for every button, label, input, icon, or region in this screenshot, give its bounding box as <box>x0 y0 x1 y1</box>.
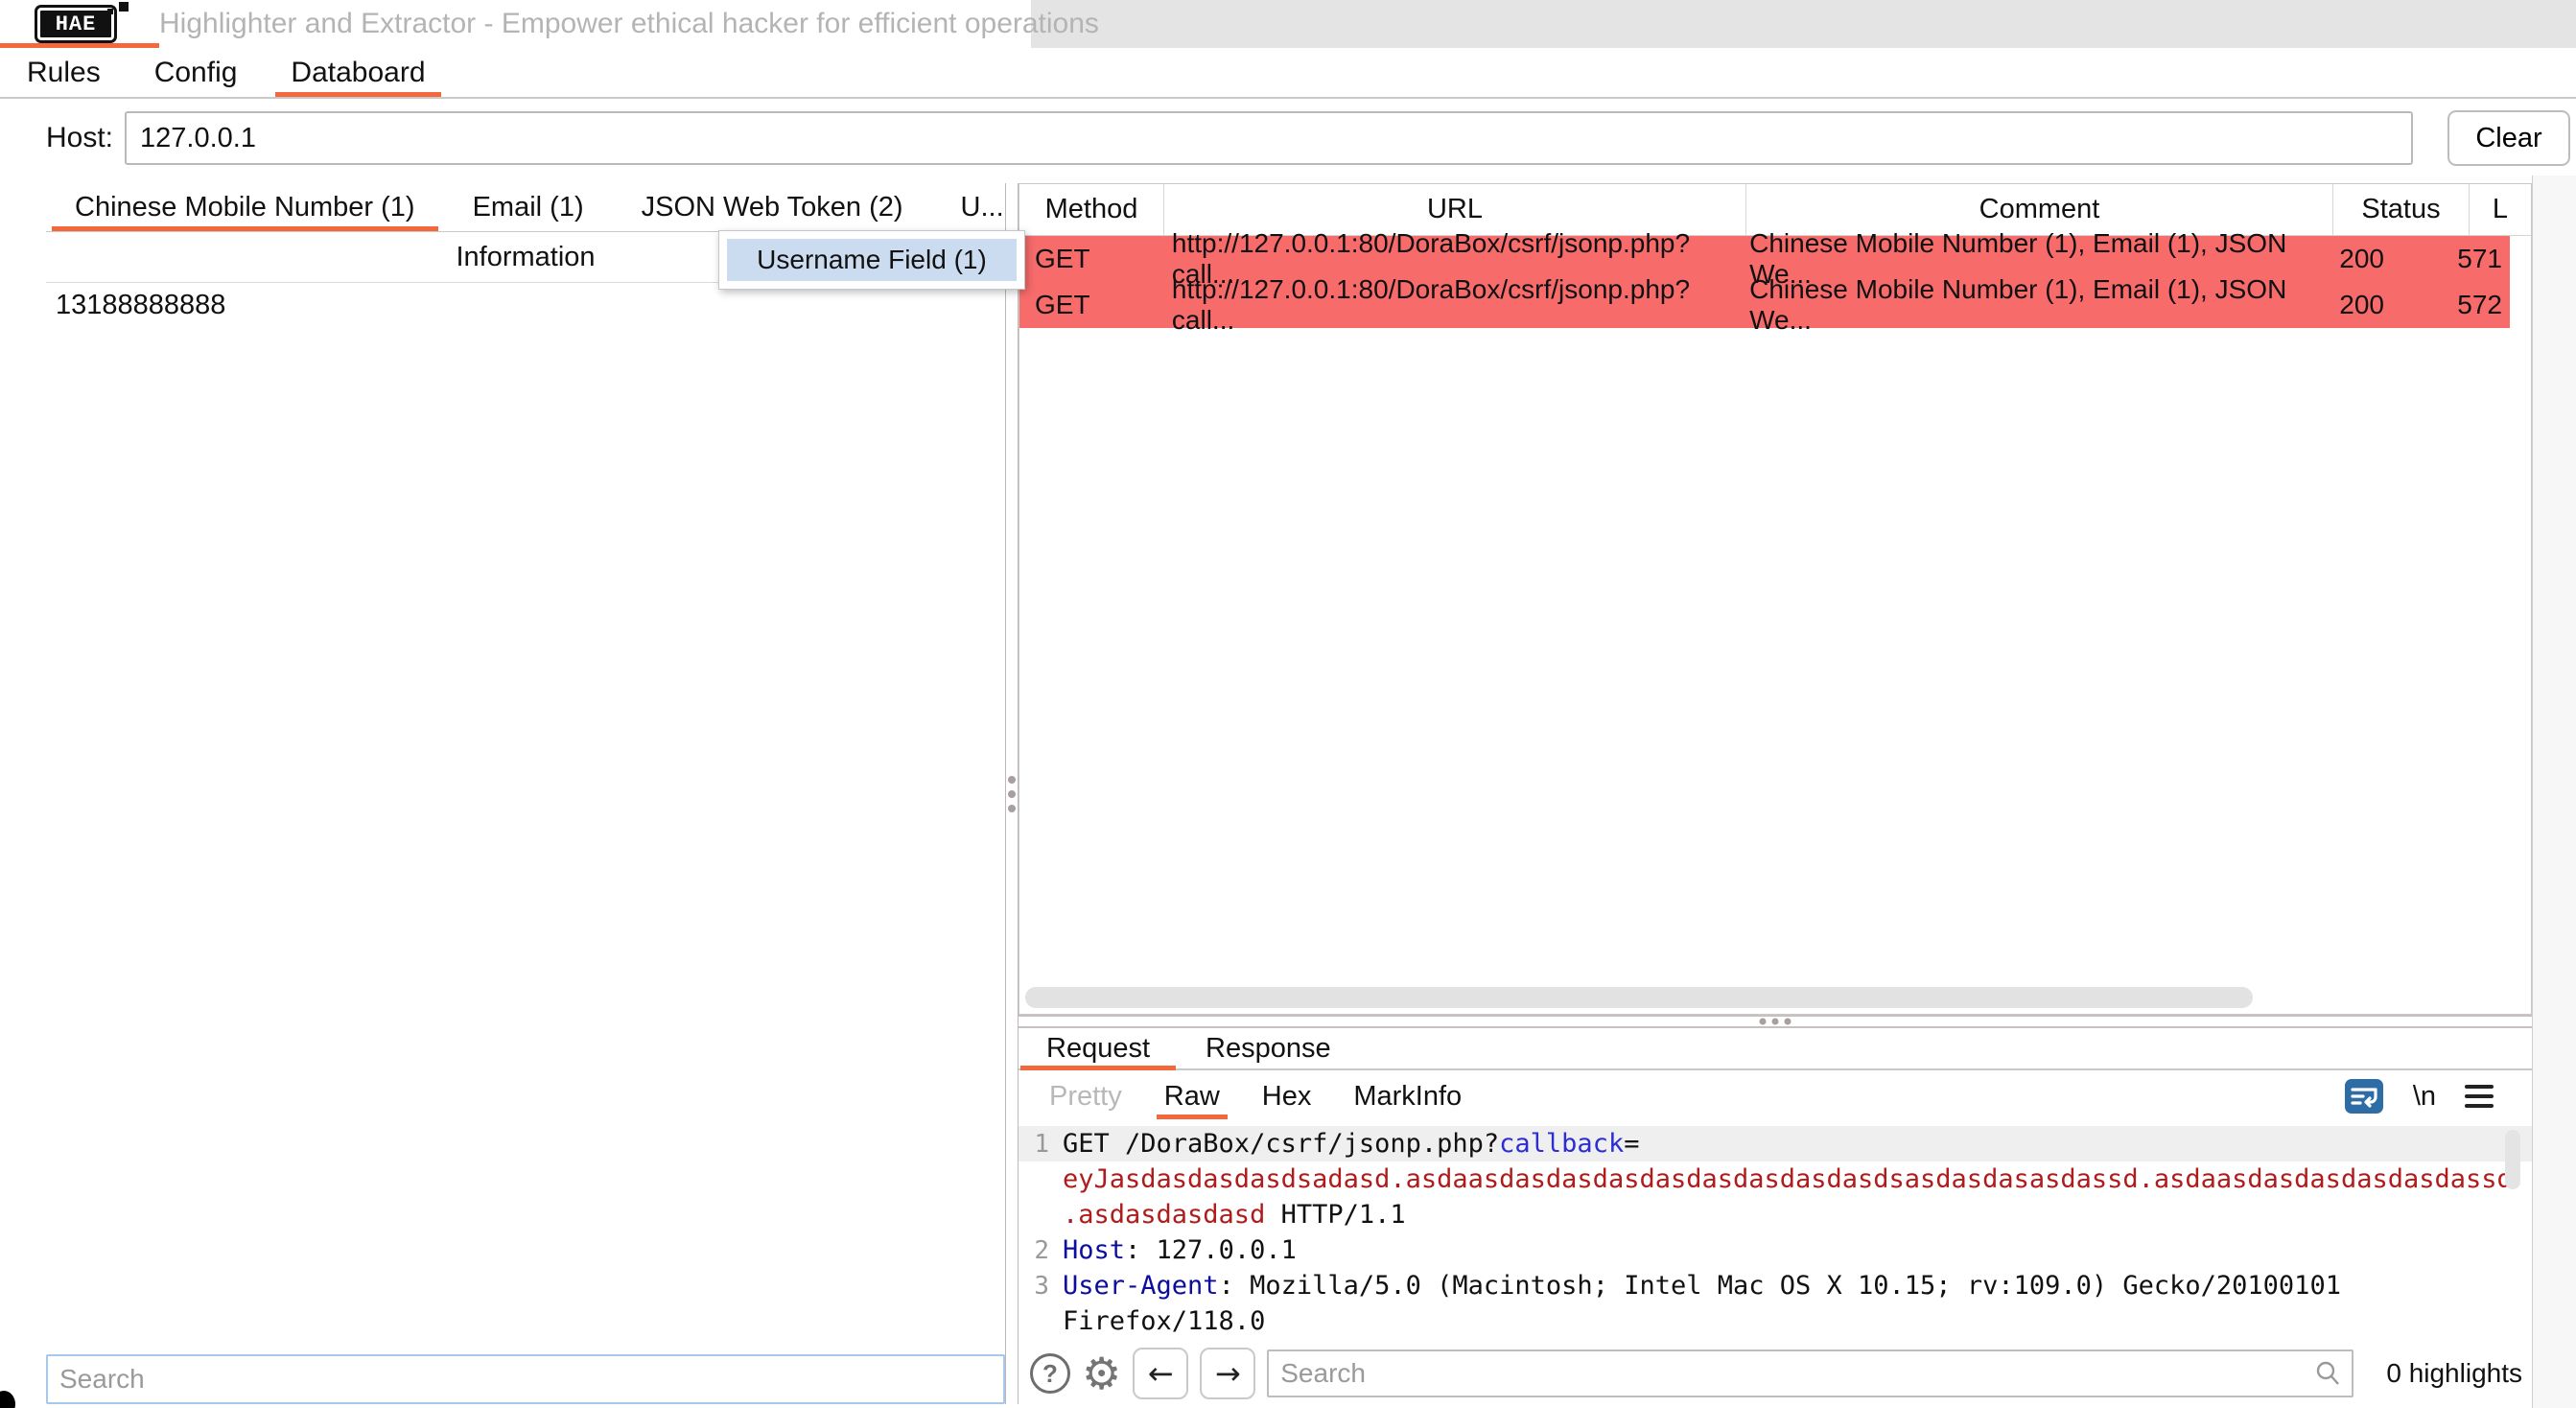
code-text: eyJasdasdasdasdsadasd.asdaasdasdasdasdas… <box>1063 1164 2513 1194</box>
extractor-tab-label: Email (1) <box>473 192 584 223</box>
hae-logo-icon: HAE <box>35 5 117 43</box>
search-icon <box>2313 1359 2342 1388</box>
nav-tab[interactable]: Databoard <box>264 48 452 97</box>
nav-tabs: Rules Config Databoard <box>0 48 2576 99</box>
panel-splitter-vertical[interactable] <box>1005 183 1019 1404</box>
cell-method: GET <box>1019 244 1162 274</box>
splitter-grip-icon <box>1008 776 1016 812</box>
message-viewer: Request Response Pretty Raw Hex MarkInfo <box>1019 1028 2532 1408</box>
extractor-tab[interactable]: Email (1) <box>444 183 613 231</box>
extractor-tab[interactable]: Chinese Mobile Number (1) <box>46 183 444 231</box>
cell-comment: Chinese Mobile Number (1), Email (1), JS… <box>1740 274 2322 336</box>
nav-tab-label: Rules <box>27 57 101 89</box>
editor-row: 2 Host: 127.0.0.1 <box>1019 1232 2532 1268</box>
editor-row: 3 User-Agent: Mozilla/5.0 (Macintosh; In… <box>1019 1268 2532 1303</box>
traffic-table: Method URL Comment Status L GET http://1… <box>1019 183 2532 1015</box>
editor-search-input[interactable] <box>1267 1349 2354 1397</box>
nav-tab[interactable]: Config <box>128 48 265 97</box>
raw-request-editor[interactable]: 1 GET /DoraBox/csrf/jsonp.php?callback= … <box>1019 1122 2532 1345</box>
code-text: User-Agent: Mozilla/5.0 (Macintosh; Inte… <box>1063 1271 2341 1301</box>
editor-row: 1 GET /DoraBox/csrf/jsonp.php?callback= <box>1019 1126 2532 1162</box>
line-number: 1 <box>1019 1130 1063 1159</box>
traffic-row[interactable]: GET http://127.0.0.1:80/DoraBox/csrf/jso… <box>1019 282 2510 328</box>
word-wrap-toggle-icon[interactable] <box>2344 1078 2384 1115</box>
logo-pixel-decoration <box>119 2 129 12</box>
extractor-tab[interactable]: JSON Web Token (2) <box>613 183 932 231</box>
help-icon[interactable]: ? <box>1030 1353 1070 1394</box>
tab-pretty[interactable]: Pretty <box>1028 1070 1143 1122</box>
nav-tab-label: Databoard <box>291 57 425 89</box>
background-window-corner <box>0 1391 15 1408</box>
logo-pixel-decoration <box>107 9 113 14</box>
extracted-data-list: 13188888888 <box>46 283 1005 1354</box>
extension-title: Highlighter and Extractor - Empower ethi… <box>159 0 1099 48</box>
extractor-panel: Chinese Mobile Number (1) Email (1) JSON W… <box>46 183 1005 1404</box>
extractor-tab-strip: Chinese Mobile Number (1) Email (1) JSON W… <box>46 183 1005 231</box>
extension-tab-active[interactable]: HAE Highlighter and Extractor - Empower … <box>0 0 1031 48</box>
editor-mode-bar: Pretty Raw Hex MarkInfo \n <box>1019 1070 2532 1122</box>
tab-hex[interactable]: Hex <box>1241 1070 1333 1122</box>
extractor-search-input[interactable] <box>46 1354 1005 1404</box>
host-input[interactable] <box>125 111 2413 165</box>
cell-url: http://127.0.0.1:80/DoraBox/csrf/jsonp.p… <box>1162 274 1740 336</box>
clear-button[interactable]: Clear <box>2447 110 2570 166</box>
prev-match-button[interactable]: ← <box>1133 1348 1188 1399</box>
extractor-tab-label: U... <box>961 192 1004 223</box>
cell-length: 571 <box>2457 244 2510 274</box>
tab-overflow-menu: Username Field (1) <box>718 230 1025 290</box>
host-bar: Host: Clear <box>0 101 2576 176</box>
tab-request[interactable]: Request <box>1019 1028 1178 1068</box>
highlights-count: 0 highlights <box>2386 1358 2522 1389</box>
extension-banner: HAE Highlighter and Extractor - Empower … <box>0 0 2576 48</box>
code-text: Host: 127.0.0.1 <box>1063 1235 1297 1265</box>
logo-text: HAE <box>56 12 97 36</box>
window-right-gutter <box>2532 176 2576 1408</box>
next-match-button[interactable]: → <box>1200 1348 1255 1399</box>
hae-extension-window: HAE Highlighter and Extractor - Empower … <box>0 0 2576 1408</box>
editor-row: Firefox/118.0 <box>1019 1303 2532 1339</box>
line-number: 3 <box>1019 1272 1063 1301</box>
nav-tab[interactable]: Rules <box>0 48 128 97</box>
cell-status: 200 <box>2322 244 2457 274</box>
editor-row: .asdasdasdasd HTTP/1.1 <box>1019 1197 2532 1232</box>
code-text: Firefox/118.0 <box>1063 1306 1265 1336</box>
tab-raw[interactable]: Raw <box>1143 1070 1241 1122</box>
nav-tab-label: Config <box>154 57 238 89</box>
extractor-tabs: Chinese Mobile Number (1) Email (1) JSON W… <box>46 183 1033 231</box>
editor-search-wrap <box>1267 1349 2354 1397</box>
content-area: Chinese Mobile Number (1) Email (1) JSON W… <box>0 176 2576 1408</box>
code-text: GET /DoraBox/csrf/jsonp.php?callback= <box>1063 1129 1639 1159</box>
cell-status: 200 <box>2322 290 2457 320</box>
tab-response[interactable]: Response <box>1178 1028 1359 1068</box>
editor-search-toolbar: ? ⚙ ← → 0 highlights <box>1019 1345 2532 1408</box>
cell-length: 572 <box>2457 290 2510 320</box>
editor-mode-icons: \n <box>2344 1078 2532 1115</box>
gear-icon[interactable]: ⚙ <box>1082 1351 1121 1396</box>
splitter-grip-icon <box>1760 1019 1791 1025</box>
column-header-status[interactable]: Status <box>2332 184 2469 235</box>
editor-lines: 1 GET /DoraBox/csrf/jsonp.php?callback= … <box>1019 1126 2532 1339</box>
extractor-tab-label: Chinese Mobile Number (1) <box>75 192 415 223</box>
traffic-table-body: GET http://127.0.0.1:80/DoraBox/csrf/jso… <box>1019 236 2531 328</box>
newline-toggle-icon[interactable]: \n <box>2413 1081 2436 1113</box>
editor-row: eyJasdasdasdasdsadasd.asdaasdasdasdasdas… <box>1019 1162 2532 1197</box>
traffic-panel: Method URL Comment Status L GET http://1… <box>1019 183 2532 1408</box>
tab-markinfo[interactable]: MarkInfo <box>1332 1070 1483 1122</box>
horizontal-scrollbar[interactable] <box>1025 987 2253 1008</box>
menu-item-username-field[interactable]: Username Field (1) <box>727 239 1017 281</box>
host-label: Host: <box>46 122 113 154</box>
extracted-value: 13188888888 <box>56 290 225 321</box>
extractor-tab-label: JSON Web Token (2) <box>642 192 903 223</box>
column-header-method[interactable]: Method <box>1019 184 1163 235</box>
editor-menu-icon[interactable] <box>2465 1085 2494 1108</box>
vertical-scrollbar[interactable] <box>2505 1130 2520 1189</box>
cell-method: GET <box>1019 290 1162 320</box>
panel-splitter-horizontal[interactable] <box>1019 1015 2532 1028</box>
code-text: .asdasdasdasd HTTP/1.1 <box>1063 1200 1406 1230</box>
column-header-length[interactable]: L <box>2469 184 2531 235</box>
line-number: 2 <box>1019 1236 1063 1265</box>
message-tabs: Request Response <box>1019 1028 2532 1070</box>
